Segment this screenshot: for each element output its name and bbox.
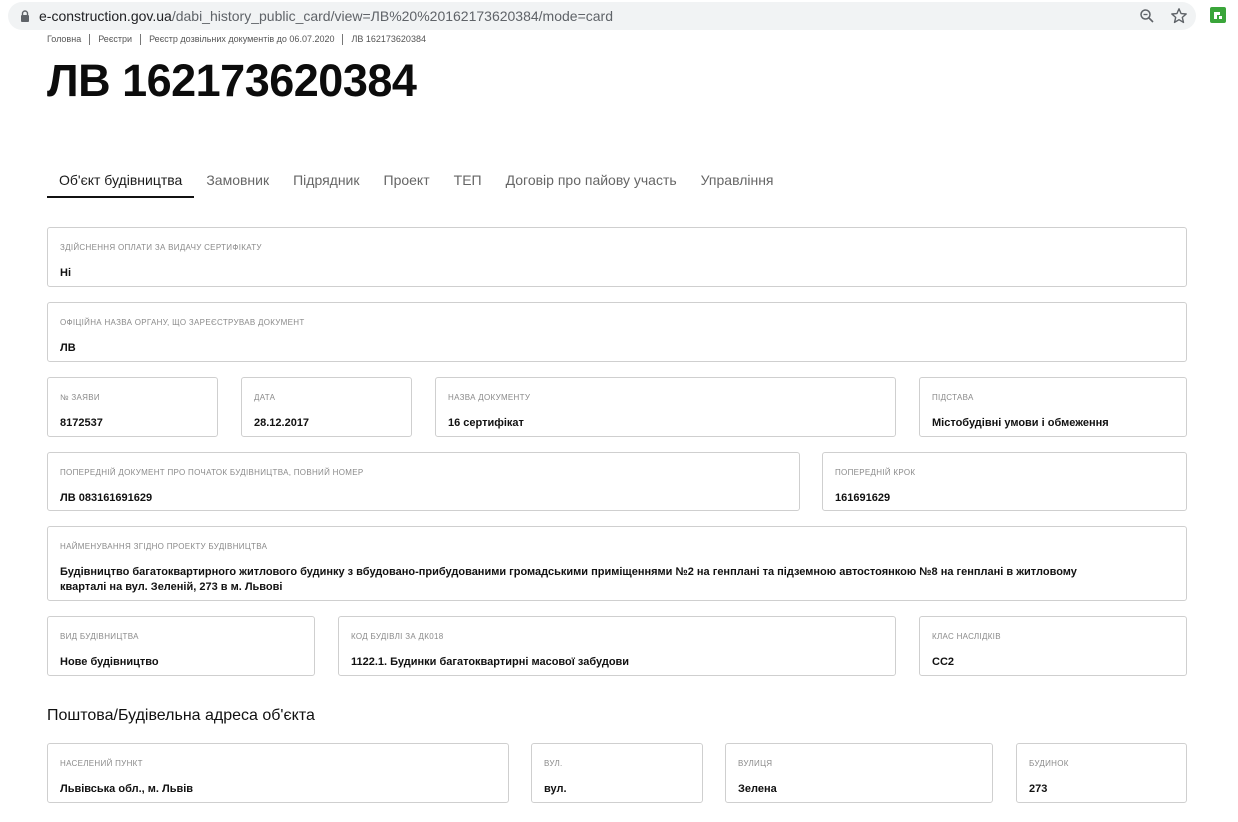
field-value: 273	[1029, 783, 1048, 795]
field-value: Ні	[60, 267, 71, 279]
lock-icon[interactable]	[18, 9, 32, 23]
payment-field: Здійснення оплати за видачу сертифікату …	[47, 227, 1187, 287]
breadcrumb-registries[interactable]: Реєстри	[98, 34, 132, 44]
field-value: 8172537	[60, 417, 103, 429]
field-label: № заяви	[60, 393, 100, 402]
field-label: Вул.	[544, 759, 563, 768]
building-code-field: Код будівлі за ДК018 1122.1. Будинки баг…	[338, 616, 896, 676]
page-title: ЛВ 162173620384	[47, 55, 417, 106]
street-field: Вулиця Зелена	[725, 743, 993, 803]
locality-field: Населений пункт Львівська обл., м. Львів	[47, 743, 509, 803]
url-text[interactable]: e-construction.gov.ua/dabi_history_publi…	[39, 8, 613, 24]
tab-tep[interactable]: ТЕП	[442, 164, 494, 198]
breadcrumb-current: ЛВ 162173620384	[351, 34, 426, 44]
consequence-class-field: Клас наслідків СС2	[919, 616, 1187, 676]
application-number-field: № заяви 8172537	[47, 377, 218, 437]
extension-icon[interactable]	[1210, 7, 1226, 23]
tab-contractor[interactable]: Підрядник	[281, 164, 371, 198]
breadcrumb-separator	[140, 33, 142, 45]
field-value: 161691629	[835, 492, 891, 504]
previous-document-field: Попередній документ про початок будівниц…	[47, 452, 800, 511]
field-value: ЛВ 083161691629	[60, 492, 153, 504]
basis-field: Підстава Містобудівні умови і обмеження	[919, 377, 1187, 437]
construction-type-field: Вид будівництва Нове будівництво	[47, 616, 315, 676]
star-icon[interactable]	[1170, 7, 1188, 25]
breadcrumb-separator	[89, 33, 91, 45]
zoom-icon[interactable]	[1139, 8, 1155, 24]
url-bar[interactable]: e-construction.gov.ua/dabi_history_publi…	[8, 2, 1196, 30]
field-label: Вид будівництва	[60, 632, 139, 641]
field-value: 1122.1. Будинки багатоквартирні масової …	[351, 656, 630, 668]
previous-step-field: Попередній крок 161691629	[822, 452, 1187, 511]
field-label: Населений пункт	[60, 759, 143, 768]
field-value: вул.	[544, 783, 567, 795]
tab-project[interactable]: Проект	[372, 164, 442, 198]
authority-field: Офіційна назва органу, що зареєстрував д…	[47, 302, 1187, 362]
field-label: Код будівлі за ДК018	[351, 632, 444, 641]
field-value: 16 сертифікат	[448, 417, 524, 429]
tab-bar: Об'єкт будівництва Замовник Підрядник Пр…	[47, 164, 786, 200]
breadcrumb-registry[interactable]: Реєстр дозвільних документів до 06.07.20…	[149, 34, 334, 44]
building-number-field: Будинок 273	[1016, 743, 1187, 803]
field-label: Дата	[254, 393, 276, 402]
document-name-field: Назва документу 16 сертифікат	[435, 377, 896, 437]
url-host: e-construction.gov.ua	[39, 8, 172, 24]
field-label: Офіційна назва органу, що зареєстрував д…	[60, 318, 305, 327]
field-value: Львівська обл., м. Львів	[60, 783, 194, 795]
tab-management[interactable]: Управління	[689, 164, 786, 198]
address-section-title: Поштова/Будівельна адреса об'єкта	[47, 707, 315, 724]
field-label: Здійснення оплати за видачу сертифікату	[60, 243, 262, 252]
street-type-field: Вул. вул.	[531, 743, 703, 803]
project-name-field: Найменування згідно проекту будівництва …	[47, 526, 1187, 601]
field-value: Будівництво багатоквартирного житлового …	[60, 566, 1077, 593]
field-label: Вулиця	[738, 759, 773, 768]
field-label: Попередній документ про початок будівниц…	[60, 468, 364, 477]
tab-object[interactable]: Об'єкт будівництва	[47, 164, 195, 198]
field-label: Клас наслідків	[932, 632, 1001, 641]
field-label: Будинок	[1029, 759, 1069, 768]
breadcrumb-separator	[342, 33, 344, 45]
tab-customer[interactable]: Замовник	[194, 164, 281, 198]
field-label: Попередній крок	[835, 468, 916, 477]
field-value: Нове будівництво	[60, 656, 159, 668]
field-value: СС2	[932, 656, 955, 668]
field-label: Назва документу	[448, 393, 531, 402]
breadcrumb-home[interactable]: Головна	[47, 34, 81, 44]
url-path: /dabi_history_public_card/view=ЛВ%20%201…	[171, 8, 613, 24]
browser-address-bar: e-construction.gov.ua/dabi_history_publi…	[0, 0, 1238, 32]
tab-share-agreement[interactable]: Договір про пайову участь	[494, 164, 689, 198]
field-value: Зелена	[738, 783, 777, 795]
field-label: Найменування згідно проекту будівництва	[60, 542, 268, 551]
field-value: ЛВ	[60, 342, 76, 354]
breadcrumb: Головна Реєстри Реєстр дозвільних докуме…	[47, 33, 426, 45]
date-field: Дата 28.12.2017	[241, 377, 412, 437]
field-label: Підстава	[932, 393, 974, 402]
field-value: Містобудівні умови і обмеження	[932, 417, 1109, 429]
field-value: 28.12.2017	[254, 417, 310, 429]
